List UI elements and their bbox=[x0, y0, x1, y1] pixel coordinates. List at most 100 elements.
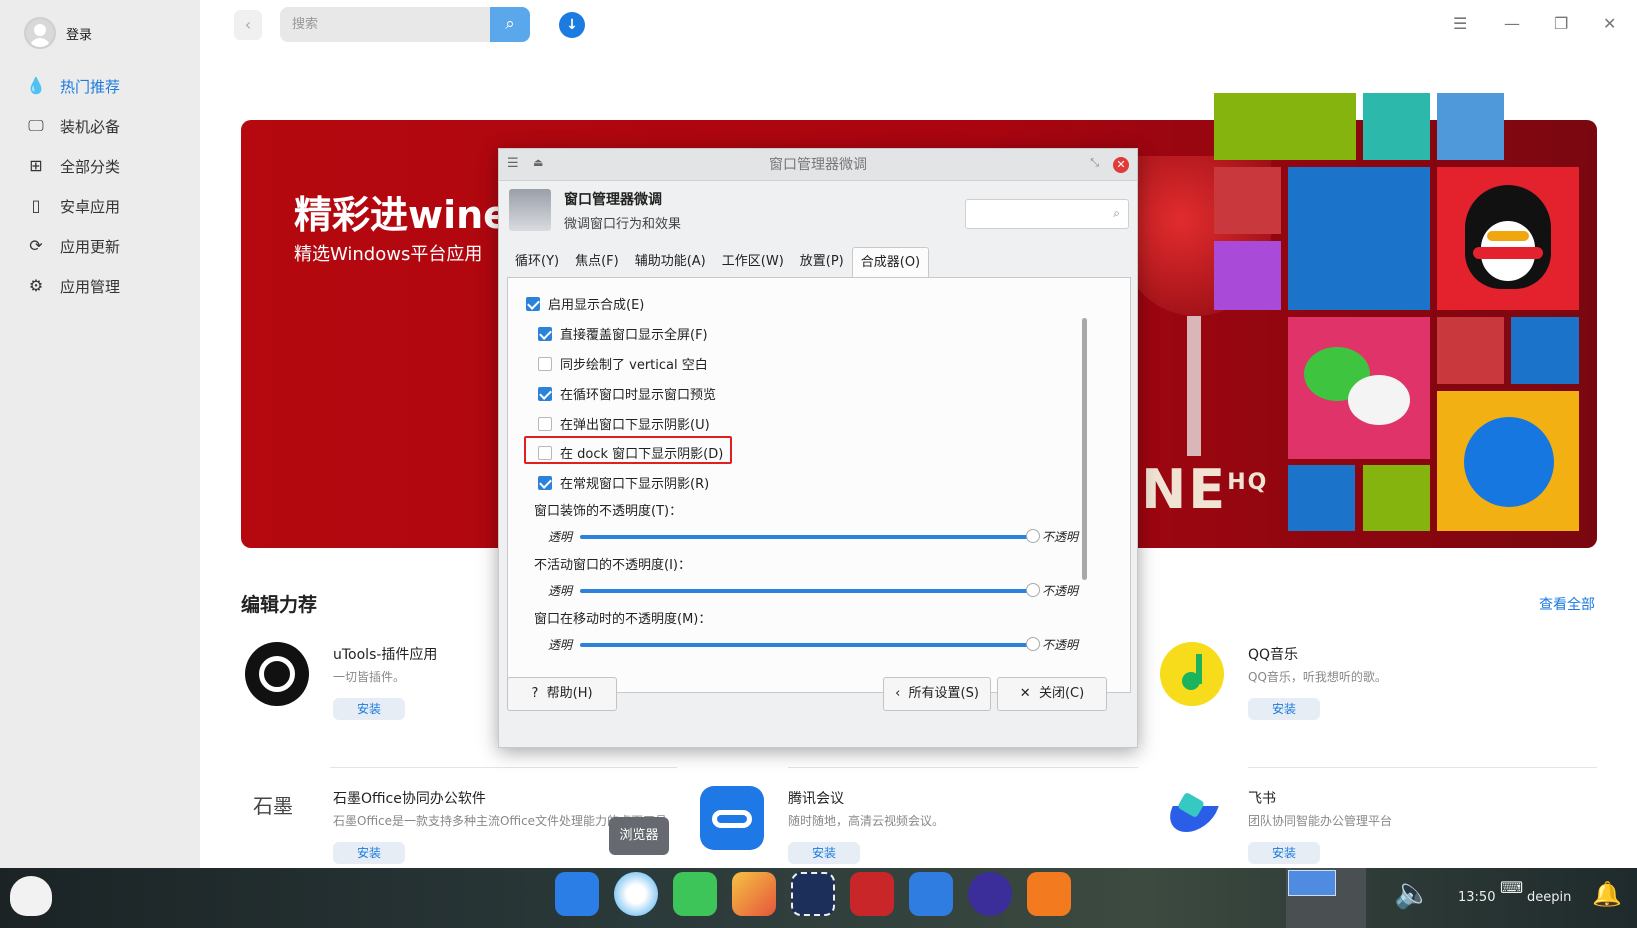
tab-cycle[interactable]: 循环(Y) bbox=[507, 247, 567, 277]
tile-big-blue bbox=[1288, 167, 1430, 310]
slider-label: 不活动窗口的不透明度(I)： bbox=[534, 558, 691, 573]
sidebar-item-updates[interactable]: ⟳ 应用更新 bbox=[0, 226, 200, 266]
checkbox[interactable] bbox=[538, 386, 552, 401]
app-desc: QQ音乐，听我想听的歌。 bbox=[1248, 670, 1387, 684]
browser-icon[interactable] bbox=[614, 872, 658, 916]
install-button[interactable]: 安装 bbox=[1248, 842, 1320, 864]
slider-handle[interactable] bbox=[1026, 637, 1040, 651]
keyboard-icon[interactable]: ⌨ bbox=[1500, 878, 1523, 897]
checkbox[interactable] bbox=[538, 326, 552, 341]
file-manager-icon[interactable] bbox=[555, 872, 599, 916]
compositor-panel: 启用显示合成(E) 直接覆盖窗口显示全屏(F) 同步绘制了 vertical 空… bbox=[507, 277, 1131, 693]
system-monitor-icon[interactable] bbox=[968, 872, 1012, 916]
music-icon[interactable] bbox=[673, 872, 717, 916]
panel-scrollbar[interactable] bbox=[1082, 318, 1087, 580]
install-button[interactable]: 安装 bbox=[1248, 698, 1320, 720]
checkbox[interactable] bbox=[538, 475, 552, 490]
control-center-icon[interactable] bbox=[909, 872, 953, 916]
dialog-close-icon[interactable]: ✕ bbox=[1113, 157, 1129, 173]
launcher-icon[interactable] bbox=[10, 876, 52, 916]
minimize-button[interactable]: — bbox=[1504, 14, 1520, 33]
checkbox[interactable] bbox=[526, 296, 540, 311]
decoration-opacity-slider[interactable]: 透明 不透明 bbox=[548, 528, 1128, 544]
slider-min-label: 透明 bbox=[548, 584, 573, 598]
tile-blue-3 bbox=[1288, 465, 1355, 531]
checkbox-regular-shadow[interactable]: 在常规窗口下显示阴影(R) bbox=[538, 473, 709, 492]
app-desc: 随时随地，高清云视频会议。 bbox=[788, 814, 945, 828]
user-login[interactable]: 登录 bbox=[24, 16, 92, 50]
checkbox-unredirect-fullscreen[interactable]: 直接覆盖窗口显示全屏(F) bbox=[538, 324, 708, 343]
back-button[interactable]: ‹ bbox=[234, 10, 262, 40]
all-settings-button[interactable]: ‹ 所有设置(S) bbox=[883, 677, 991, 711]
slider-track[interactable] bbox=[580, 643, 1030, 647]
dialog-heading: 窗口管理器微调 bbox=[564, 192, 662, 208]
tile-teal bbox=[1363, 93, 1430, 160]
avatar[interactable] bbox=[24, 17, 56, 49]
close-button[interactable]: ✕ 关闭(C) bbox=[997, 677, 1107, 711]
inactive-opacity-slider[interactable]: 透明 不透明 bbox=[548, 582, 1128, 598]
sidebar-item-hot[interactable]: 💧 热门推荐 bbox=[0, 66, 200, 106]
dialog-titlebar[interactable]: ☰ ⏏ 窗口管理器微调 ⤡ ✕ bbox=[499, 149, 1137, 181]
search-input[interactable]: 搜索 bbox=[280, 7, 490, 42]
checkbox-cycle-preview[interactable]: 在循环窗口时显示窗口预览 bbox=[538, 384, 716, 403]
move-opacity-slider[interactable]: 透明 不透明 bbox=[548, 636, 1128, 652]
slider-handle[interactable] bbox=[1026, 583, 1040, 597]
slider-handle[interactable] bbox=[1026, 529, 1040, 543]
app-store-icon[interactable] bbox=[1027, 872, 1071, 916]
screenshot-icon[interactable] bbox=[791, 872, 835, 916]
checkbox[interactable] bbox=[538, 445, 552, 460]
user-name[interactable]: deepin bbox=[1527, 890, 1571, 905]
dialog-search-input[interactable]: ⌕ bbox=[965, 199, 1129, 229]
checkbox[interactable] bbox=[538, 416, 552, 431]
refresh-icon: ⟳ bbox=[29, 236, 43, 255]
section-title: 编辑力荐 bbox=[241, 594, 318, 616]
window-preview[interactable] bbox=[1286, 868, 1366, 928]
checkbox-label: 直接覆盖窗口显示全屏(F) bbox=[560, 328, 708, 343]
qq-music-icon bbox=[1160, 642, 1224, 706]
dialog-tabs: 循环(Y) 焦点(F) 辅助功能(A) 工作区(W) 放置(P) 合成器(O) bbox=[507, 247, 930, 277]
install-button[interactable]: 安装 bbox=[788, 842, 860, 864]
slider-track[interactable] bbox=[580, 535, 1030, 539]
checkbox-dock-shadow[interactable]: 在 dock 窗口下显示阴影(D) bbox=[538, 443, 723, 462]
tile-purple bbox=[1214, 241, 1281, 310]
tab-compositor[interactable]: 合成器(O) bbox=[851, 247, 930, 277]
see-all-link[interactable]: 查看全部 bbox=[1539, 594, 1595, 614]
clock-time[interactable]: 13:50 bbox=[1458, 890, 1495, 905]
tab-workspace[interactable]: 工作区(W) bbox=[714, 247, 792, 277]
sidebar-item-categories[interactable]: ⊞ 全部分类 bbox=[0, 146, 200, 186]
help-button[interactable]: ? 帮助(H) bbox=[507, 677, 617, 711]
install-button[interactable]: 安装 bbox=[333, 698, 405, 720]
checkbox-label: 在弹出窗口下显示阴影(U) bbox=[560, 418, 710, 433]
phone-icon: ▯ bbox=[31, 196, 41, 215]
close-window-button[interactable]: ✕ bbox=[1603, 14, 1616, 33]
tab-accessibility[interactable]: 辅助功能(A) bbox=[627, 247, 714, 277]
checkbox[interactable] bbox=[538, 356, 552, 371]
qq-tile bbox=[1437, 167, 1579, 310]
tab-focus[interactable]: 焦点(F) bbox=[567, 247, 627, 277]
checkbox-popup-shadow[interactable]: 在弹出窗口下显示阴影(U) bbox=[538, 414, 710, 433]
install-button[interactable]: 安装 bbox=[333, 842, 405, 864]
checkbox-enable-compositing[interactable]: 启用显示合成(E) bbox=[526, 294, 644, 313]
menu-button[interactable]: ☰ bbox=[1453, 14, 1467, 33]
dialog-restore-icon[interactable]: ⤡ bbox=[1090, 156, 1099, 170]
search-button[interactable]: ⌕ bbox=[490, 7, 530, 42]
sidebar-item-manage[interactable]: ⚙ 应用管理 bbox=[0, 266, 200, 306]
slider-max-label: 不透明 bbox=[1042, 584, 1079, 598]
notification-bell-icon[interactable]: 🔔 bbox=[1592, 880, 1622, 908]
sidebar-item-essentials[interactable]: 🖵 装机必备 bbox=[0, 106, 200, 146]
shimo-icon: 石墨 bbox=[245, 786, 301, 850]
checkbox-vblank[interactable]: 同步绘制了 vertical 空白 bbox=[538, 354, 708, 373]
maximize-button[interactable]: ❐ bbox=[1554, 14, 1568, 33]
slider-label: 窗口装饰的不透明度(T)： bbox=[534, 504, 683, 519]
app-card-qqmusic[interactable]: QQ音乐 QQ音乐，听我想听的歌。 安装 bbox=[1160, 642, 1580, 762]
terminal-icon[interactable] bbox=[850, 872, 894, 916]
volume-icon[interactable]: 🔈 bbox=[1394, 876, 1431, 911]
slider-track[interactable] bbox=[580, 589, 1030, 593]
login-label[interactable]: 登录 bbox=[66, 24, 92, 43]
sidebar-item-android[interactable]: ▯ 安卓应用 bbox=[0, 186, 200, 226]
image-viewer-icon[interactable] bbox=[732, 872, 776, 916]
download-button[interactable]: ↓ bbox=[559, 12, 585, 38]
chevron-left-icon: ‹ bbox=[895, 686, 901, 701]
tab-placement[interactable]: 放置(P) bbox=[792, 247, 852, 277]
tile-red bbox=[1214, 167, 1281, 234]
